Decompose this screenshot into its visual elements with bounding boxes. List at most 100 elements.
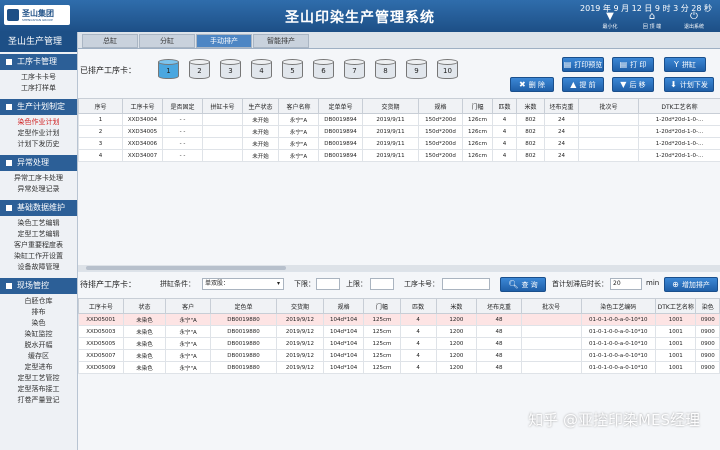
sidebar-item[interactable]: 定型工艺编辑 — [0, 229, 77, 240]
table-row[interactable]: XXD05009 未染色 永宁"A DB0019880 2019/9/12 104d*10… — [78, 361, 720, 374]
sidebar-section-1[interactable]: 生产计划制定 — [0, 99, 77, 115]
sidebar-item[interactable]: 脱水开幅 — [0, 340, 77, 351]
column-header[interactable]: 米数 — [516, 98, 545, 114]
table-row[interactable]: XXD05001 未染色 永宁"A DB0019880 2019/9/12 104d*10… — [78, 313, 720, 326]
column-header[interactable]: 门幅 — [462, 98, 493, 114]
column-header[interactable]: 交货期 — [362, 98, 419, 114]
sidebar-item[interactable]: 染缸工作开设置 — [0, 251, 77, 262]
table-row[interactable]: XXD05007 未染色 永宁"A DB0019880 2019/9/12 104d*10… — [78, 349, 720, 362]
column-header[interactable]: 染色工艺编码 — [580, 298, 657, 314]
sidebar-item[interactable]: 白胚仓库 — [0, 296, 77, 307]
sidebar-item[interactable]: 设备故障管理 — [0, 262, 77, 273]
sidebar-item[interactable]: 染缸监控 — [0, 329, 77, 340]
table-row[interactable]: 2 XXD34005- - 未开始 永宁"A DB0019894 2019/9/11 150… — [78, 125, 720, 138]
tab-3[interactable]: 智能排产 — [253, 34, 309, 48]
vat-card[interactable]: 10 — [437, 59, 458, 79]
column-header[interactable]: 批次号 — [578, 98, 639, 114]
column-header[interactable]: DTK工艺名称 — [638, 98, 720, 114]
column-header[interactable]: 坯布克重 — [476, 298, 522, 314]
sidebar-item[interactable]: 缓存区 — [0, 351, 77, 362]
vat-card[interactable]: 1 — [158, 59, 179, 79]
column-header[interactable]: DTK工艺名称 — [655, 298, 697, 314]
column-header[interactable]: 客户名称 — [278, 98, 319, 114]
column-header[interactable]: 匹数 — [492, 98, 517, 114]
sidebar-item[interactable]: 异常处理记录 — [0, 184, 77, 195]
strand-select[interactable]: 单双股： ▾ — [202, 278, 284, 290]
table-cell: 未开始 — [242, 137, 279, 150]
column-header[interactable]: 批次号 — [520, 298, 582, 314]
column-header[interactable]: 坯布克重 — [544, 98, 579, 114]
sidebar-section-title: 现场管控 — [17, 281, 49, 290]
sidebar-item[interactable]: 工序打样单 — [0, 83, 77, 94]
scheduled-hscrollbar[interactable] — [78, 265, 720, 271]
column-header[interactable]: 交货期 — [276, 298, 324, 314]
table-row[interactable]: 4 XXD34007- - 未开始 永宁"A DB0019894 2019/9/11 150… — [78, 149, 720, 162]
sidebar-section-0[interactable]: 工序卡管理 — [0, 54, 77, 70]
column-header[interactable]: 生产状态 — [242, 98, 279, 114]
column-header[interactable]: 客户 — [165, 298, 212, 314]
sidebar-item[interactable]: 异常工序卡处理 — [0, 173, 77, 184]
column-header[interactable]: 规格 — [322, 298, 365, 314]
column-header[interactable]: 序号 — [78, 98, 123, 114]
sidebar-item[interactable]: 染色 — [0, 318, 77, 329]
table-row[interactable]: 1 XXD34004- - 未开始 永宁"A DB0019894 2019/9/11 150… — [78, 113, 720, 126]
sidebar-item[interactable]: 客户重要程度表 — [0, 240, 77, 251]
sidebar-item[interactable]: 定型作业计划 — [0, 128, 77, 139]
column-header[interactable]: 规格 — [418, 98, 463, 114]
sidebar-item[interactable]: 染色工艺编辑 — [0, 218, 77, 229]
upper-input[interactable] — [370, 278, 394, 290]
vat-card[interactable]: 6 — [313, 59, 334, 79]
vat-card[interactable]: 7 — [344, 59, 365, 79]
vat-card[interactable]: 4 — [251, 59, 272, 79]
action-button-4[interactable]: ▲ 提 前 — [562, 77, 604, 92]
action-button-1[interactable]: ▤ 打 印 — [612, 57, 654, 72]
first-plan-input[interactable]: 20 — [610, 278, 642, 290]
sidebar-item[interactable]: 打卷严量登记 — [0, 395, 77, 406]
tab-2[interactable]: 手动排产 — [196, 34, 252, 48]
sidebar-item[interactable]: 定型落布接工 — [0, 384, 77, 395]
action-button-5[interactable]: ▼ 后 移 — [612, 77, 654, 92]
vat-card[interactable]: 8 — [375, 59, 396, 79]
sidebar-item[interactable]: 工序卡卡号 — [0, 72, 77, 83]
table-row[interactable]: XXD05003 未染色 永宁"A DB0019880 2019/9/12 104d*10… — [78, 325, 720, 338]
sidebar-item[interactable]: 计划下发历史 — [0, 139, 77, 150]
action-button-3[interactable]: ✖ 删 除 — [510, 77, 554, 92]
action-button-2[interactable]: Y 拼缸 — [664, 57, 706, 72]
column-header[interactable]: 定色单 — [210, 298, 278, 314]
sidebar-section-4[interactable]: 现场管控 — [0, 278, 77, 294]
sidebar-section-3[interactable]: 基础数据维护 — [0, 200, 77, 216]
sidebar-item[interactable]: 定型进布 — [0, 362, 77, 373]
window-button-1[interactable]: ⌂ 回 顶 端 — [640, 11, 664, 30]
vat-card[interactable]: 5 — [282, 59, 303, 79]
column-header[interactable]: 米数 — [435, 298, 478, 314]
action-button-0[interactable]: ▤ 打印预览 — [562, 57, 604, 72]
window-button-2[interactable]: ⏻ 退出系统 — [682, 11, 706, 30]
window-button-0[interactable]: ▼ 最小化 — [598, 11, 622, 30]
column-header[interactable]: 工序卡号 — [78, 298, 124, 314]
card-no-input[interactable] — [442, 278, 490, 290]
sidebar-item[interactable]: 排布 — [0, 307, 77, 318]
add-schedule-button[interactable]: ⊕ 增加排产 — [664, 277, 718, 292]
table-row[interactable]: XXD05005 未染色 永宁"A DB0019880 2019/9/12 104d*10… — [78, 337, 720, 350]
action-button-6[interactable]: ⬇ 计划下发 — [664, 77, 714, 92]
search-button[interactable]: 🔍︎ 查 询 — [500, 277, 546, 292]
vat-card[interactable]: 3 — [220, 59, 241, 79]
column-header[interactable]: 染色 — [695, 298, 720, 314]
lower-input[interactable] — [316, 278, 340, 290]
vat-card[interactable]: 9 — [406, 59, 427, 79]
column-header[interactable]: 工序卡号 — [122, 98, 163, 114]
sidebar-item[interactable]: 定型工艺管控 — [0, 373, 77, 384]
column-header[interactable]: 是否固定 — [162, 98, 203, 114]
table-row[interactable]: 3 XXD34006- - 未开始 永宁"A DB0019894 2019/9/11 150… — [78, 137, 720, 150]
table-cell: 0900 — [695, 313, 720, 326]
column-header[interactable]: 状态 — [122, 298, 167, 314]
column-header[interactable]: 定单单号 — [318, 98, 363, 114]
sidebar-section-2[interactable]: 异常处理 — [0, 155, 77, 171]
column-header[interactable]: 匹数 — [399, 298, 437, 314]
vat-card[interactable]: 2 — [189, 59, 210, 79]
sidebar-item[interactable]: 染色作业计划 — [0, 117, 77, 128]
column-header[interactable]: 拼缸卡号 — [202, 98, 243, 114]
tab-1[interactable]: 分缸 — [139, 34, 195, 48]
tab-0[interactable]: 总缸 — [82, 34, 138, 48]
column-header[interactable]: 门幅 — [363, 298, 401, 314]
